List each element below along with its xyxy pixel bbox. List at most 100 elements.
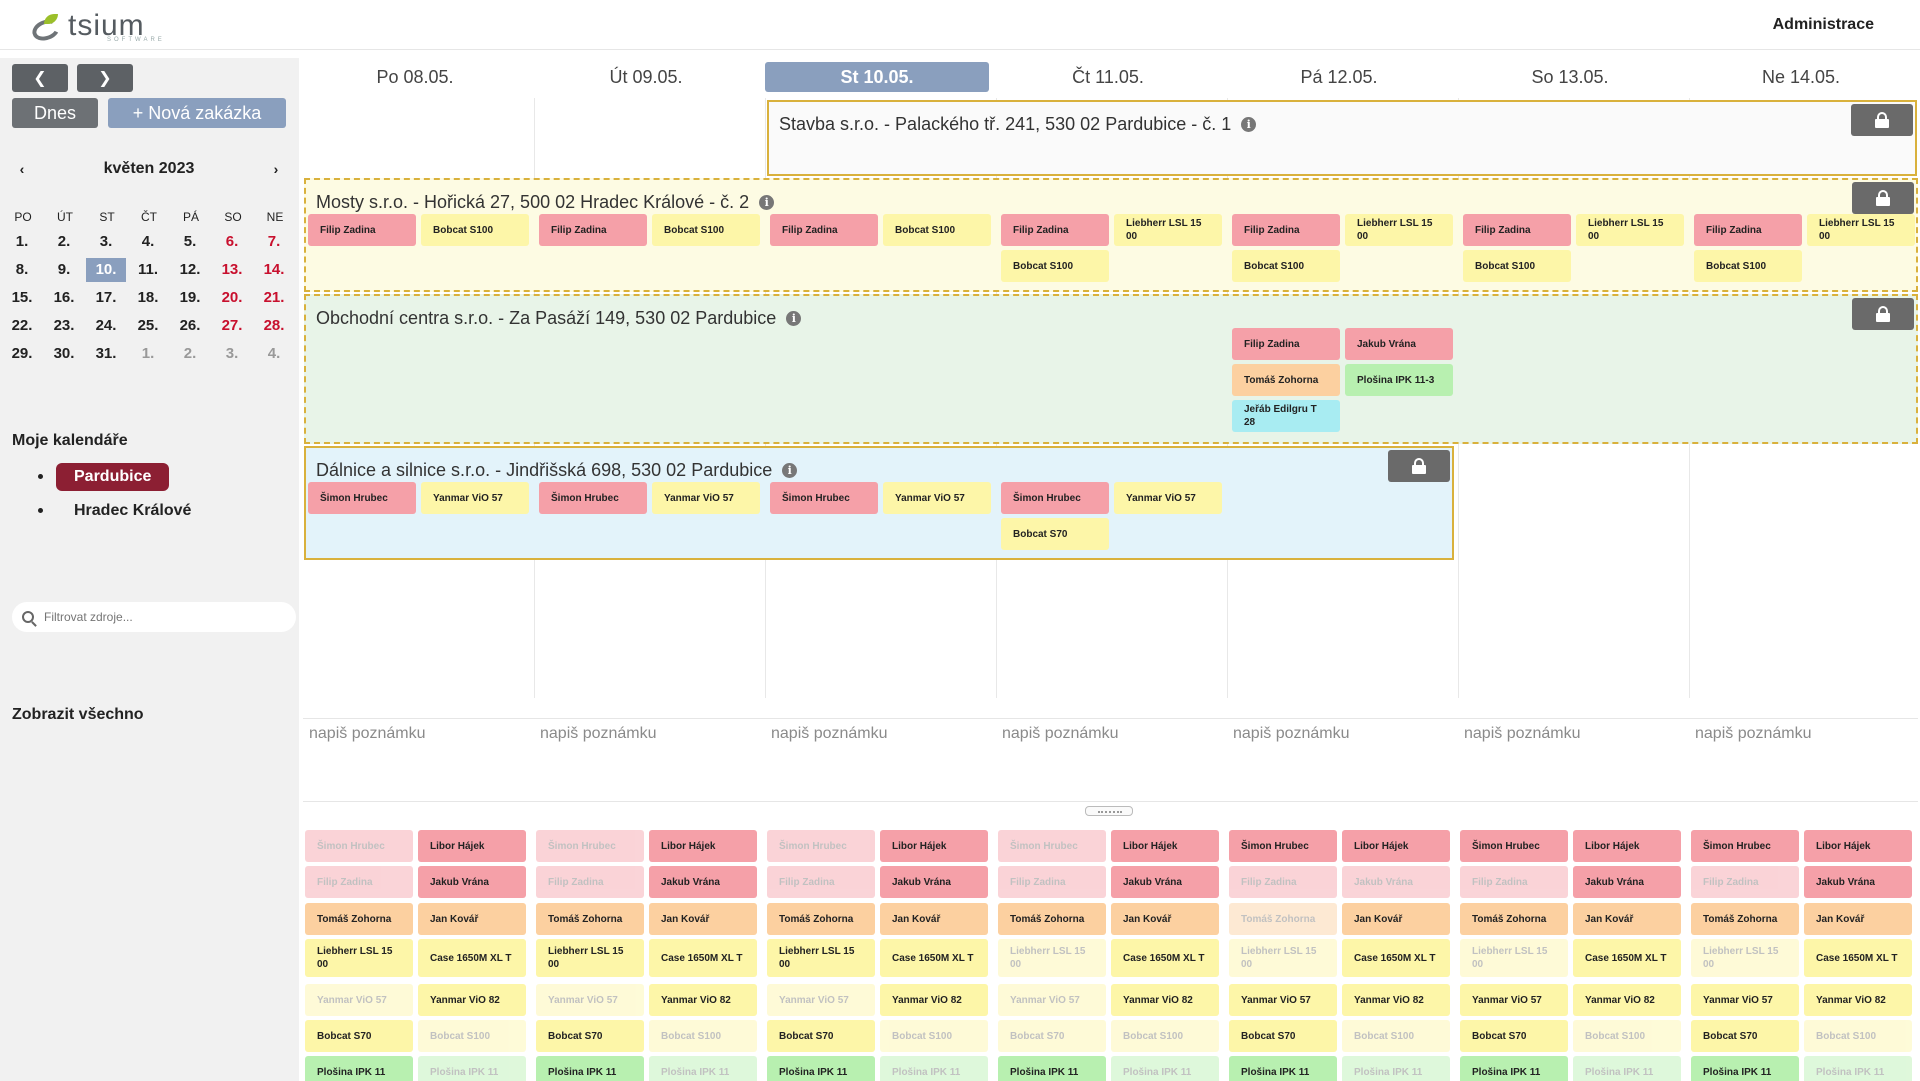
resource-availability-chip[interactable]: Jakub Vrána — [649, 866, 757, 898]
resource-availability-chip[interactable]: Jan Kovář — [880, 903, 988, 935]
note-input[interactable]: napiš poznámku — [540, 725, 657, 743]
calendar-day[interactable]: 13. — [212, 258, 252, 282]
resource-availability-chip[interactable]: Yanmar ViO 82 — [880, 984, 988, 1016]
project-obchodni-centra[interactable]: Obchodní centra s.r.o. - Za Pasáží 149, … — [304, 294, 1918, 444]
resource-chip[interactable]: Šimon Hrubec — [308, 482, 416, 514]
resource-chip[interactable]: Liebherr LSL 15 00 — [1345, 214, 1453, 246]
resource-availability-chip[interactable]: Plošina IPK 11 — [305, 1056, 413, 1081]
resource-availability-chip[interactable]: Liebherr LSL 15 00 — [1229, 939, 1337, 977]
resource-availability-chip[interactable]: Plošina IPK 11 — [536, 1056, 644, 1081]
resource-availability-chip[interactable]: Bobcat S70 — [1691, 1020, 1799, 1052]
resource-availability-chip[interactable]: Case 1650M XL T — [1804, 939, 1912, 977]
lock-button[interactable] — [1851, 104, 1913, 136]
resource-availability-chip[interactable]: Šimon Hrubec — [767, 830, 875, 862]
resource-availability-chip[interactable]: Šimon Hrubec — [1691, 830, 1799, 862]
calendar-day[interactable]: 21. — [254, 286, 294, 310]
resource-availability-chip[interactable]: Libor Hájek — [649, 830, 757, 862]
resource-availability-chip[interactable]: Yanmar ViO 57 — [1691, 984, 1799, 1016]
prev-week-button[interactable]: ❮ — [12, 64, 68, 92]
resource-chip[interactable]: Šimon Hrubec — [770, 482, 878, 514]
day-header[interactable]: Út 09.05. — [534, 62, 758, 92]
resource-availability-chip[interactable]: Tomáš Zohorna — [1229, 903, 1337, 935]
resource-availability-chip[interactable]: Case 1650M XL T — [1342, 939, 1450, 977]
day-header[interactable]: Ne 14.05. — [1689, 62, 1913, 92]
resource-availability-chip[interactable]: Libor Hájek — [1804, 830, 1912, 862]
resource-availability-chip[interactable]: Yanmar ViO 82 — [1111, 984, 1219, 1016]
resource-availability-chip[interactable]: Jan Kovář — [1804, 903, 1912, 935]
resource-availability-chip[interactable]: Plošina IPK 11 — [1229, 1056, 1337, 1081]
administration-link[interactable]: Administrace — [1773, 16, 1874, 34]
calendar-day[interactable]: 23. — [44, 314, 84, 338]
resource-availability-chip[interactable]: Libor Hájek — [1342, 830, 1450, 862]
resource-chip[interactable]: Plošina IPK 11-3 — [1345, 364, 1453, 396]
calendar-day[interactable]: 30. — [44, 342, 84, 366]
resource-availability-chip[interactable]: Bobcat S70 — [998, 1020, 1106, 1052]
resource-availability-chip[interactable]: Jakub Vrána — [418, 866, 526, 898]
resource-availability-chip[interactable]: Plošina IPK 11 — [1111, 1056, 1219, 1081]
resource-availability-chip[interactable]: Šimon Hrubec — [998, 830, 1106, 862]
resource-availability-chip[interactable]: Plošina IPK 11 — [1342, 1056, 1450, 1081]
resource-availability-chip[interactable]: Filip Zadina — [1229, 866, 1337, 898]
resource-availability-chip[interactable]: Libor Hájek — [1573, 830, 1681, 862]
resource-availability-chip[interactable]: Yanmar ViO 82 — [418, 984, 526, 1016]
resource-chip[interactable]: Filip Zadina — [1463, 214, 1571, 246]
calendar-day[interactable]: 3. — [86, 230, 126, 254]
resource-availability-chip[interactable]: Libor Hájek — [418, 830, 526, 862]
note-input[interactable]: napiš poznámku — [309, 725, 426, 743]
resource-availability-chip[interactable]: Case 1650M XL T — [880, 939, 988, 977]
resource-chip[interactable]: Yanmar ViO 57 — [883, 482, 991, 514]
calendar-day[interactable]: 1. — [2, 230, 42, 254]
resource-availability-chip[interactable]: Plošina IPK 11 — [1573, 1056, 1681, 1081]
calendar-day[interactable]: 17. — [86, 286, 126, 310]
calendar-day[interactable]: 20. — [212, 286, 252, 310]
calendar-day[interactable]: 3. — [212, 342, 252, 366]
resource-availability-chip[interactable]: Liebherr LSL 15 00 — [1460, 939, 1568, 977]
calendar-day[interactable]: 11. — [128, 258, 168, 282]
resource-availability-chip[interactable]: Case 1650M XL T — [418, 939, 526, 977]
calendar-item-hradec-kralove[interactable]: Hradec Králové — [38, 494, 209, 528]
resource-availability-chip[interactable]: Case 1650M XL T — [649, 939, 757, 977]
note-input[interactable]: napiš poznámku — [1695, 725, 1812, 743]
calendar-day-today[interactable]: 10. — [86, 258, 126, 282]
resource-availability-chip[interactable]: Yanmar ViO 82 — [649, 984, 757, 1016]
resource-availability-chip[interactable]: Filip Zadina — [998, 866, 1106, 898]
resource-availability-chip[interactable]: Yanmar ViO 82 — [1804, 984, 1912, 1016]
note-input[interactable]: napiš poznámku — [1233, 725, 1350, 743]
resource-availability-chip[interactable]: Filip Zadina — [767, 866, 875, 898]
calendar-day[interactable]: 12. — [170, 258, 210, 282]
resource-availability-chip[interactable]: Jan Kovář — [1573, 903, 1681, 935]
resource-availability-chip[interactable]: Jakub Vrána — [1573, 866, 1681, 898]
resource-availability-chip[interactable]: Bobcat S100 — [649, 1020, 757, 1052]
calendar-item-pardubice[interactable]: Pardubice — [38, 460, 209, 494]
calendar-day[interactable]: 25. — [128, 314, 168, 338]
day-header[interactable]: Po 08.05. — [303, 62, 527, 92]
calendar-day[interactable]: 26. — [170, 314, 210, 338]
resource-availability-chip[interactable]: Tomáš Zohorna — [536, 903, 644, 935]
day-header[interactable]: Pá 12.05. — [1227, 62, 1451, 92]
resource-availability-chip[interactable]: Bobcat S70 — [305, 1020, 413, 1052]
resource-availability-chip[interactable]: Libor Hájek — [1111, 830, 1219, 862]
project-mosty[interactable]: Mosty s.r.o. - Hořická 27, 500 02 Hradec… — [304, 178, 1918, 292]
resource-chip[interactable]: Yanmar ViO 57 — [652, 482, 760, 514]
calendar-day[interactable]: 4. — [128, 230, 168, 254]
resource-availability-chip[interactable]: Bobcat S70 — [536, 1020, 644, 1052]
calendar-day[interactable]: 15. — [2, 286, 42, 310]
resource-availability-chip[interactable]: Yanmar ViO 57 — [1229, 984, 1337, 1016]
calendar-day[interactable]: 7. — [254, 230, 294, 254]
resource-availability-chip[interactable]: Tomáš Zohorna — [305, 903, 413, 935]
resource-chip[interactable]: Liebherr LSL 15 00 — [1807, 214, 1915, 246]
lock-button[interactable] — [1852, 182, 1914, 214]
resource-availability-chip[interactable]: Jan Kovář — [649, 903, 757, 935]
resource-availability-chip[interactable]: Jakub Vrána — [1804, 866, 1912, 898]
new-order-button[interactable]: + Nová zakázka — [108, 98, 286, 128]
calendar-day[interactable]: 4. — [254, 342, 294, 366]
resource-availability-chip[interactable]: Bobcat S100 — [880, 1020, 988, 1052]
resource-chip[interactable]: Yanmar ViO 57 — [421, 482, 529, 514]
resource-availability-chip[interactable]: Liebherr LSL 15 00 — [305, 939, 413, 977]
resource-availability-chip[interactable]: Šimon Hrubec — [1460, 830, 1568, 862]
resource-availability-chip[interactable]: Jakub Vrána — [1111, 866, 1219, 898]
calendar-day[interactable]: 18. — [128, 286, 168, 310]
resource-availability-chip[interactable]: Libor Hájek — [880, 830, 988, 862]
resource-availability-chip[interactable]: Jan Kovář — [418, 903, 526, 935]
resource-chip[interactable]: Bobcat S100 — [1694, 250, 1802, 282]
